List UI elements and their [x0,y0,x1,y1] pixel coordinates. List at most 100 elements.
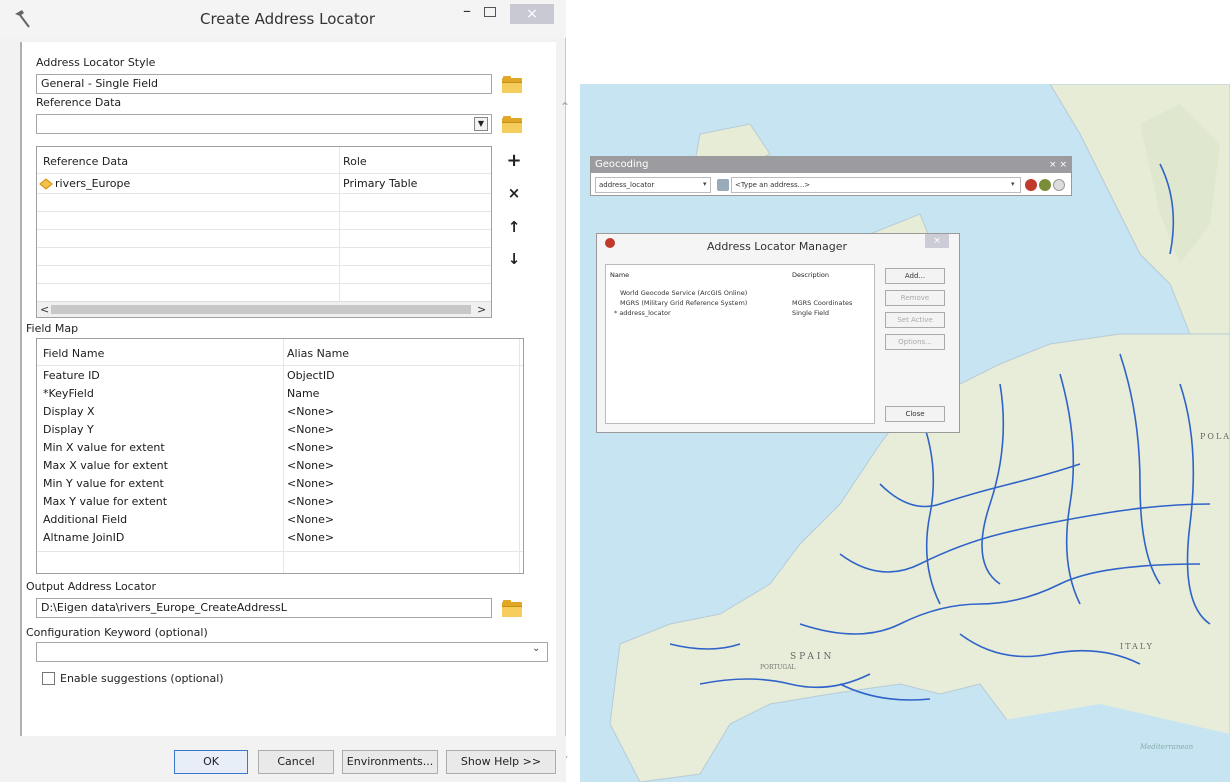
alias-name-cell[interactable]: <None> [287,457,334,475]
list-item-desc: MGRS Coordinates [792,299,853,307]
address-locator-manager-dialog: Address Locator Manager × Name Descripti… [596,233,960,433]
table-row[interactable]: Display X <None> [37,403,523,421]
field-name-cell: Display Y [43,423,94,436]
map-label-mediterranean: Mediterranean [1139,743,1194,751]
config-field[interactable] [36,642,548,662]
fm-col-header-field: Field Name [43,347,105,360]
scroll-left-icon[interactable]: < [40,302,49,317]
show-help-button[interactable]: Show Help >> [446,750,556,774]
alias-name-cell[interactable]: Name [287,385,319,403]
alias-name-cell[interactable]: <None> [287,511,334,529]
close-icon[interactable]: × [925,234,949,248]
diamond-icon [39,178,53,190]
close-button[interactable]: × [510,4,554,24]
set-active-button[interactable]: Set Active [885,312,945,328]
table-row[interactable]: Max X value for extent <None> [37,457,523,475]
hammer-tool-icon [15,10,30,28]
remove-button[interactable]: Remove [885,290,945,306]
geocoding-toolbar: Geocoding × × address_locator ▾ <Type an… [590,156,1072,196]
minimize-button[interactable]: – [458,3,476,22]
field-map-table: Field Name Alias Name Feature ID ObjectID… [36,338,524,574]
button-bar: OK Cancel Environments... Show Help >> [0,736,566,782]
list-item[interactable]: * address_locator [614,309,671,317]
horizontal-scrollbar[interactable]: < > [37,301,491,317]
remove-icon[interactable]: × [503,182,525,204]
ref-row-name: rivers_Europe [55,177,131,190]
close-icon[interactable]: × × [1049,157,1067,173]
ok-button[interactable]: OK [174,750,248,774]
field-name-cell: Display X [43,405,95,418]
alias-name-cell[interactable]: <None> [287,421,334,439]
table-row[interactable]: Min X value for extent <None> [37,439,523,457]
map-label-spain: SPAIN [790,652,834,662]
field-name-cell: Min Y value for extent [43,477,164,490]
map-label-italy: ITALY [1120,642,1154,651]
add-icon[interactable]: + [503,150,525,172]
alias-name-cell[interactable]: ObjectID [287,367,335,385]
alias-name-cell[interactable]: <None> [287,439,334,457]
browse-output-icon[interactable] [502,600,522,617]
create-address-locator-dialog: Create Address Locator – × Address Locat… [0,0,570,782]
locator-manager-icon [605,238,615,248]
options-button[interactable]: Options... [885,334,945,350]
scroll-up-icon[interactable]: ⌃ [560,100,570,114]
chevron-down-icon[interactable]: ⌄ [532,643,540,654]
output-field[interactable]: D:\Eigen data\rivers_Europe_CreateAddres… [36,598,492,618]
locator-col-name: Name [610,271,630,279]
alias-name-cell[interactable]: <None> [287,493,334,511]
chevron-down-icon[interactable]: ▾ [703,177,707,191]
alias-name-cell[interactable]: <None> [287,475,334,493]
table-row[interactable]: Feature ID ObjectID [37,367,523,385]
table-row[interactable]: Min Y value for extent <None> [37,475,523,493]
field-name-cell: Altname JoinID [43,531,125,544]
table-row[interactable]: Max Y value for extent <None> [37,493,523,511]
fm-col-header-alias: Alias Name [287,347,350,360]
dialog-content: Address Locator Style General - Single F… [20,42,570,762]
chevron-down-icon[interactable]: ▾ [1011,177,1015,191]
field-name-cell: Max X value for extent [43,459,168,472]
list-item[interactable]: MGRS (Military Grid Reference System) [620,299,747,307]
locator-icon[interactable] [717,179,729,191]
table-row[interactable]: Display Y <None> [37,421,523,439]
field-name-cell: Feature ID [43,369,100,382]
maximize-button[interactable] [484,7,496,17]
reference-data-field[interactable] [36,114,492,134]
browse-reference-icon[interactable] [502,116,522,133]
add-button[interactable]: Add... [885,268,945,284]
reference-data-label: Reference Data [36,96,122,109]
geocoding-title[interactable]: Geocoding [591,157,1071,173]
table-row[interactable]: Altname JoinID <None> [37,529,523,547]
table-row[interactable]: rivers_Europe Primary Table [37,175,491,193]
table-row[interactable]: Additional Field <None> [37,511,523,529]
suggestions-checkbox[interactable] [42,672,55,685]
list-item[interactable]: World Geocode Service (ArcGIS Online) [620,289,747,297]
field-name-cell: *KeyField [43,387,94,400]
close-button[interactable]: Close [885,406,945,422]
cancel-button[interactable]: Cancel [258,750,334,774]
dialog-title: Create Address Locator [200,10,376,28]
list-item-desc: Single Field [792,309,830,317]
reference-data-table: Reference Data Role rivers_Europe Primar… [36,146,492,318]
browse-style-icon[interactable] [502,76,522,93]
move-down-icon[interactable]: ↓ [503,248,525,270]
alias-name-cell[interactable]: <None> [287,403,334,421]
move-up-icon[interactable]: ↑ [503,216,525,238]
locator-list: Name Description World Geocode Service (… [605,264,875,424]
dialog-titlebar[interactable]: Create Address Locator – × [0,0,566,38]
output-label: Output Address Locator [26,580,157,593]
alias-name-cell[interactable]: <None> [287,529,334,547]
address-input[interactable]: <Type an address...> [731,177,1021,193]
review-icon[interactable] [1053,179,1065,191]
ref-col-header-data: Reference Data [43,155,129,168]
locator-select[interactable]: address_locator [595,177,711,193]
globe-icon[interactable] [1039,179,1051,191]
scroll-right-icon[interactable]: > [477,302,486,317]
style-field[interactable]: General - Single Field [36,74,492,94]
environments-button[interactable]: Environments... [342,750,438,774]
field-name-cell: Max Y value for extent [43,495,168,508]
table-row[interactable]: *KeyField Name [37,385,523,403]
locate-icon[interactable] [1025,179,1037,191]
map-label-portugal: PORTUGAL [760,664,796,671]
ref-col-header-role: Role [343,155,367,168]
chevron-down-icon[interactable]: ▼ [474,117,488,131]
